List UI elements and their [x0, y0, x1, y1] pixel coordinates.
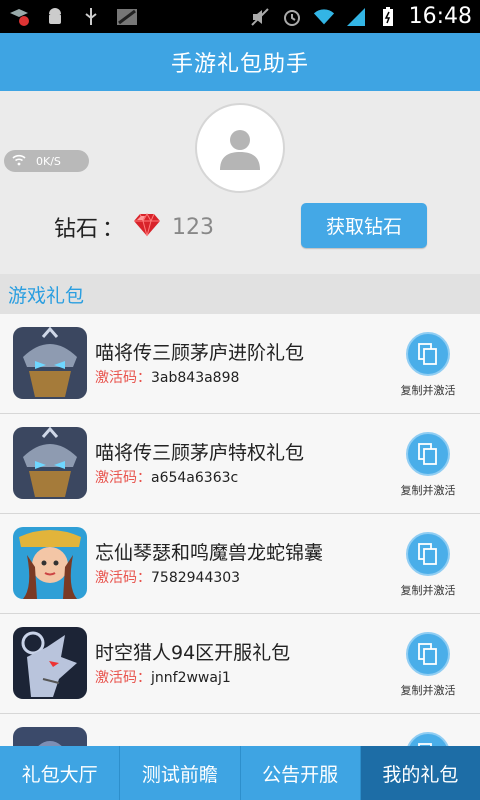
page-title: 手游礼包助手	[170, 52, 309, 77]
wifi-speed-icon	[12, 154, 26, 169]
diamond-balance: 钻石 ： 123	[54, 211, 214, 243]
game-icon-partial	[13, 727, 87, 746]
copy-activate-button[interactable]: 复制并激活	[392, 632, 464, 698]
activation-code-row: 激活码：7582944303	[95, 567, 240, 587]
gift-list[interactable]: 喵将传三顾茅庐进阶礼包 激活码：3ab843a898 复制并激活 喵将传三顾茅庐…	[0, 314, 480, 746]
copy-activate-button[interactable]: 复制并激活	[392, 332, 464, 398]
profile-panel: 0K/S 钻石 ： 123 获取钻石	[0, 91, 480, 274]
copy-icon[interactable]	[406, 532, 450, 576]
copy-icon[interactable]	[406, 632, 450, 676]
wifi-icon	[313, 7, 335, 27]
signal-icon	[345, 7, 367, 27]
activation-code: 3ab843a898	[151, 370, 240, 386]
activation-code-row: 激活码：a654a6363c	[95, 467, 238, 487]
notification-icon	[8, 7, 30, 27]
activation-code-row: 激活码：3ab843a898	[95, 367, 239, 387]
usb-icon	[80, 7, 102, 27]
speed-value: 0K/S	[36, 154, 61, 168]
copy-icon[interactable]	[406, 732, 450, 746]
list-item[interactable]: 喵将传三顾茅庐进阶礼包 激活码：3ab843a898 复制并激活	[0, 314, 480, 414]
diamond-count: 123	[172, 214, 215, 240]
copy-activate-button[interactable]: 复制并激活	[392, 432, 464, 498]
copy-activate-button[interactable]: 复制并激活	[392, 532, 464, 598]
list-item[interactable]: 喵将传三顾茅庐特权礼包 激活码：a654a6363c 复制并激活	[0, 414, 480, 514]
activation-code: a654a6363c	[151, 470, 239, 486]
tab-test-preview[interactable]: 测试前瞻	[120, 746, 241, 800]
network-speed: 0K/S	[4, 150, 89, 172]
list-item[interactable]	[0, 714, 480, 746]
copy-icon[interactable]	[406, 332, 450, 376]
gift-name: 喵将传三顾茅庐特权礼包	[95, 442, 305, 464]
activation-code-label: 激活码：	[95, 370, 151, 386]
activation-code-row: 激活码：jnnf2wwaj1	[95, 667, 231, 687]
avatar[interactable]	[195, 103, 285, 193]
battery-icon	[377, 6, 399, 27]
copy-activate-label: 复制并激活	[400, 384, 456, 397]
activation-code-label: 激活码：	[95, 570, 151, 586]
copy-activate-label: 复制并激活	[400, 584, 456, 597]
title-bar: 手游礼包助手	[0, 33, 480, 91]
copy-activate-button[interactable]	[392, 732, 464, 746]
gift-name: 喵将传三顾茅庐进阶礼包	[95, 342, 305, 364]
section-header: 游戏礼包	[0, 274, 480, 314]
activation-code: 7582944303	[151, 570, 241, 586]
game-icon-wolf-warrior	[13, 627, 87, 699]
status-bar: 16:48	[0, 0, 480, 33]
section-title: 游戏礼包	[8, 284, 85, 307]
game-icon-warrior-helmet	[13, 427, 87, 499]
debug-icon	[116, 7, 138, 27]
diamond-separator: ：	[102, 217, 125, 242]
tab-my-gifts[interactable]: 我的礼包	[360, 746, 480, 800]
clock: 16:48	[408, 4, 472, 29]
get-diamonds-button[interactable]: 获取钻石	[301, 203, 427, 248]
game-icon-warrior-helmet	[13, 327, 87, 399]
gift-name: 忘仙琴瑟和鸣魔兽龙蛇锦囊	[95, 542, 324, 564]
tab-announcements[interactable]: 公告开服	[241, 746, 361, 800]
activation-code-label: 激活码：	[95, 670, 151, 686]
list-item[interactable]: 时空猎人94区开服礼包 激活码：jnnf2wwaj1 复制并激活	[0, 614, 480, 714]
copy-activate-label: 复制并激活	[400, 484, 456, 497]
mute-icon	[249, 7, 271, 27]
gift-name: 时空猎人94区开服礼包	[95, 642, 291, 664]
copy-activate-label: 复制并激活	[400, 684, 456, 697]
bottom-tab-bar: 礼包大厅 测试前瞻 公告开服 我的礼包	[0, 746, 480, 800]
activation-code-label: 激活码：	[95, 470, 151, 486]
tab-gift-hall[interactable]: 礼包大厅	[0, 746, 121, 800]
alarm-icon	[281, 7, 303, 27]
android-icon	[44, 7, 66, 27]
game-icon-heroine-portrait	[13, 527, 87, 599]
activation-code: jnnf2wwaj1	[151, 670, 231, 686]
copy-icon[interactable]	[406, 432, 450, 476]
diamond-label: 钻石	[54, 217, 99, 242]
diamond-icon	[132, 212, 162, 242]
user-icon	[220, 130, 260, 170]
list-item[interactable]: 忘仙琴瑟和鸣魔兽龙蛇锦囊 激活码：7582944303 复制并激活	[0, 514, 480, 614]
